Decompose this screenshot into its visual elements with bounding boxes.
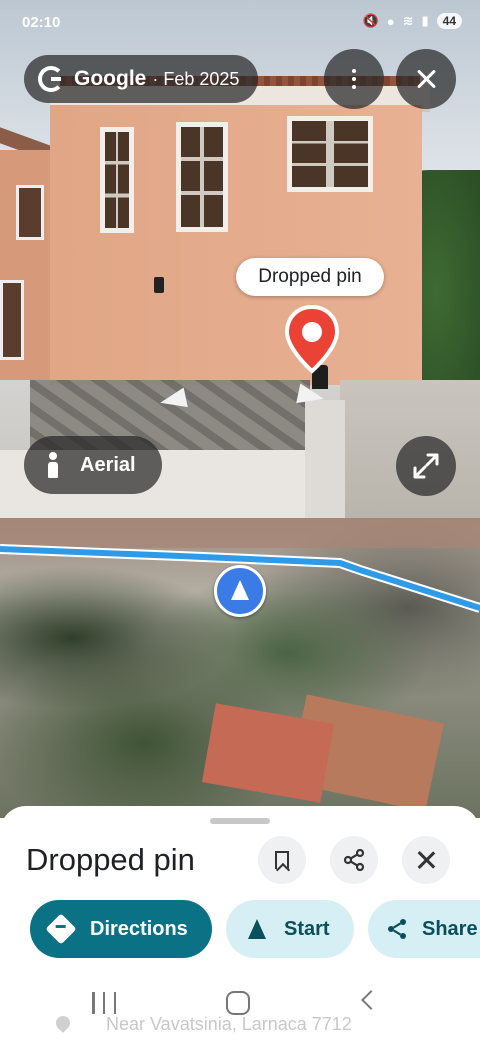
status-bar: 02:10 🔇 ● ≋ ▮ 44 — [0, 0, 480, 44]
share-icon — [343, 849, 365, 871]
start-button[interactable]: Start — [226, 900, 354, 958]
app-root: 02:10 🔇 ● ≋ ▮ 44 Google · Feb 2025 Dropp… — [0, 0, 480, 1040]
aerial-label: Aerial — [80, 453, 136, 476]
drag-handle[interactable] — [210, 818, 270, 824]
pin-icon[interactable] — [284, 305, 340, 375]
more-vert-icon — [352, 69, 356, 89]
location-arrow-marker[interactable] — [214, 565, 266, 617]
source-name: Google — [74, 67, 147, 90]
directions-icon — [45, 913, 77, 945]
share-icon — [388, 919, 406, 939]
neighbor-door — [0, 280, 24, 360]
wall-lamp — [154, 277, 164, 293]
house-window — [100, 127, 134, 233]
house-window — [287, 116, 373, 192]
share-icon-button[interactable] — [330, 836, 378, 884]
aerial-view-button[interactable]: Aerial — [24, 436, 162, 494]
wifi-icon: ≋ — [402, 13, 414, 28]
close-sheet-button[interactable] — [402, 836, 450, 884]
bookmark-icon — [275, 851, 289, 869]
capture-date: · Feb 2025 — [152, 68, 240, 89]
location-status-icon: ● — [386, 13, 395, 29]
home-button[interactable] — [226, 991, 250, 1015]
back-button[interactable] — [361, 990, 381, 1010]
aerial-map[interactable] — [0, 518, 480, 818]
location-arrow-icon — [231, 579, 249, 600]
directions-button[interactable]: Directions — [30, 900, 212, 958]
place-title: Dropped pin — [26, 842, 195, 877]
house-window — [176, 122, 228, 232]
expand-button[interactable] — [396, 436, 456, 496]
imagery-source-chip[interactable]: Google · Feb 2025 — [24, 55, 258, 103]
share-button[interactable]: Share — [368, 900, 480, 958]
status-time: 02:10 — [22, 14, 61, 31]
google-icon — [38, 66, 64, 92]
wall-pillar — [305, 400, 345, 518]
system-nav-bar — [0, 978, 480, 1040]
close-icon — [416, 69, 436, 89]
signal-icon: ▮ — [421, 13, 429, 28]
save-button[interactable] — [258, 836, 306, 884]
status-icons: 🔇 ● ≋ ▮ 44 — [363, 13, 462, 29]
route-line — [0, 544, 480, 613]
battery-indicator: 44 — [436, 13, 462, 29]
recent-apps-button[interactable] — [92, 992, 116, 1014]
start-label: Start — [284, 917, 330, 940]
pin-label[interactable]: Dropped pin — [236, 258, 384, 296]
share-label: Share — [422, 917, 478, 940]
expand-icon — [413, 453, 439, 479]
mute-icon: 🔇 — [362, 13, 379, 28]
close-icon — [417, 851, 435, 869]
more-options-button[interactable] — [324, 49, 384, 109]
person-icon — [46, 452, 60, 478]
directions-label: Directions — [90, 917, 188, 940]
navigation-icon — [248, 919, 266, 939]
close-street-view-button[interactable] — [396, 49, 456, 109]
neighbor-window — [16, 185, 44, 240]
